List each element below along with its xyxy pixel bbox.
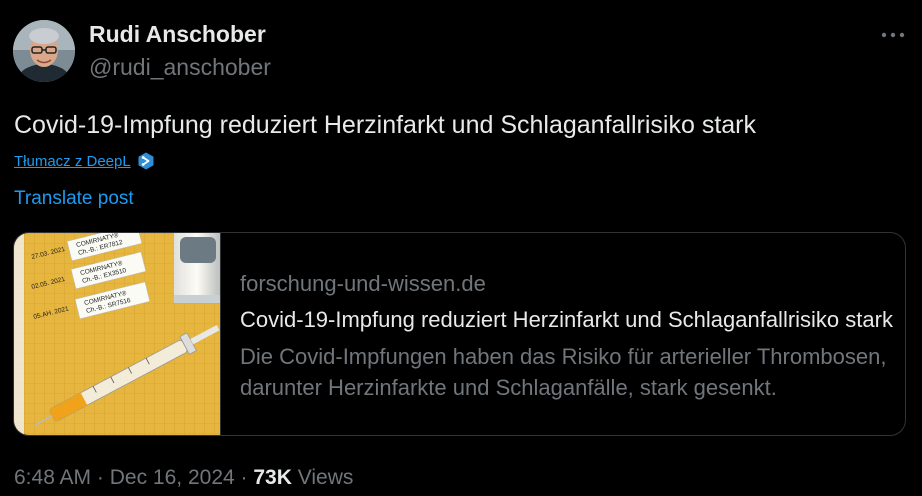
- meta-separator: ·: [96, 466, 104, 489]
- meta-separator: ·: [240, 466, 248, 489]
- post-meta: 6:48 AM · Dec 16, 2024 · 73K Views: [14, 466, 353, 490]
- views-count: 73K: [253, 466, 292, 489]
- avatar-photo: [13, 20, 75, 82]
- link-card-description: Die Covid-Impfungen haben das Risiko für…: [240, 344, 887, 400]
- more-options-icon[interactable]: [878, 22, 908, 48]
- views-label: Views: [297, 466, 354, 489]
- avatar[interactable]: [13, 20, 75, 82]
- link-card-title: Covid-19-Impfung reduziert Herzinfarkt u…: [240, 307, 893, 332]
- more-horizontal-icon: [881, 32, 905, 38]
- author-handle[interactable]: @rudi_anschober: [89, 54, 271, 81]
- translate-post-link[interactable]: Translate post: [14, 188, 134, 210]
- author-display-name[interactable]: Rudi Anschober: [89, 21, 266, 48]
- deepl-logo-icon: [138, 152, 154, 170]
- link-card-domain: forschung-und-wissen.de: [240, 271, 486, 296]
- post-text: Covid-19-Impfung reduziert Herzinfarkt u…: [14, 111, 756, 139]
- deepl-translate-link[interactable]: Tłumacz z DeepL: [14, 152, 155, 170]
- vaccination-card-illustration: 27.03. 2021 COMIRNATY® Ch.-B.: ER7812 02…: [14, 233, 220, 435]
- post-time[interactable]: 6:48 AM: [14, 466, 91, 489]
- link-preview-card[interactable]: 27.03. 2021 COMIRNATY® Ch.-B.: ER7812 02…: [13, 232, 906, 436]
- link-preview-image: 27.03. 2021 COMIRNATY® Ch.-B.: ER7812 02…: [14, 233, 221, 435]
- post-date[interactable]: Dec 16, 2024: [110, 466, 235, 489]
- deepl-translate-label: Tłumacz z DeepL: [14, 152, 131, 170]
